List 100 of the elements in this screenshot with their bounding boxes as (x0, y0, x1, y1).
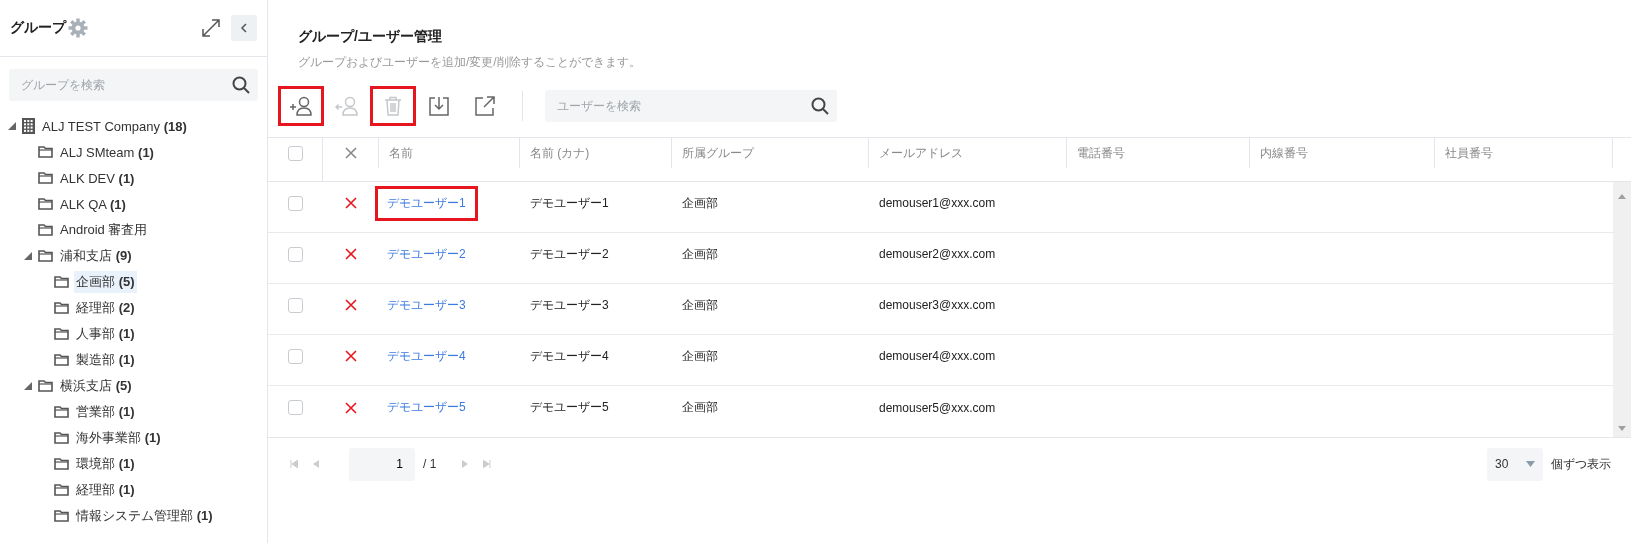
table-cell: 企画部 (682, 296, 718, 314)
delete-icon[interactable] (345, 197, 357, 210)
first-page-icon[interactable] (290, 460, 298, 468)
tree-item[interactable]: ALK QA (1) (58, 194, 128, 214)
column-header[interactable]: 内線番号 (1260, 144, 1308, 162)
folder-icon (54, 302, 69, 314)
last-page-icon[interactable] (483, 460, 492, 468)
select-all-checkbox[interactable] (287, 145, 303, 161)
search-icon[interactable] (232, 76, 250, 94)
page-description: グループおよびユーザーを追加/変更/削除することができます。 (298, 54, 642, 71)
table-cell: 企画部 (682, 245, 718, 263)
table-cell: デモユーザー5 (530, 399, 609, 416)
user-name-link[interactable]: デモユーザー4 (375, 338, 478, 374)
column-header[interactable]: 社員番号 (1445, 144, 1493, 162)
tree-item[interactable]: 環境部 (1) (74, 453, 137, 475)
user-name-link[interactable]: デモユーザー2 (375, 236, 478, 272)
delete-icon[interactable] (345, 401, 357, 414)
table-cell: デモユーザー3 (530, 296, 609, 314)
folder-icon (54, 432, 69, 444)
column-header[interactable]: 名前 (カナ) (530, 144, 590, 162)
folder-icon (38, 146, 53, 158)
column-header[interactable]: 名前 (389, 144, 413, 162)
folder-icon (54, 458, 69, 470)
column-header[interactable]: メールアドレス (879, 144, 963, 162)
user-name-link[interactable]: デモユーザー1 (375, 185, 478, 221)
tree-item[interactable]: 企画部 (5) (74, 271, 137, 293)
settings-icon[interactable] (68, 18, 88, 38)
table-cell: 企画部 (682, 194, 718, 212)
column-header[interactable]: 所属グループ (682, 144, 754, 162)
folder-icon (38, 380, 53, 392)
expanded-arrow-icon[interactable] (24, 252, 32, 260)
scroll-down-icon[interactable] (1618, 426, 1626, 431)
row-checkbox[interactable] (288, 297, 303, 313)
tree-item[interactable]: ALJ TEST Company (18) (40, 116, 189, 136)
table-cell: 企画部 (682, 347, 718, 365)
folder-icon (38, 172, 53, 184)
delete-icon[interactable] (345, 299, 357, 312)
expanded-arrow-icon[interactable] (24, 382, 32, 390)
table-cell: demouser2@xxx.com (879, 247, 996, 262)
page-title: グループ/ユーザー管理 (298, 28, 443, 46)
table-cell: デモユーザー2 (530, 245, 609, 263)
trash-icon (384, 96, 402, 116)
page-number-field[interactable]: 1 (349, 447, 415, 481)
user-search-field[interactable]: ユーザーを検索 (545, 90, 837, 122)
caret-icon (1526, 461, 1535, 467)
group-search-field[interactable]: グループを検索 (9, 69, 258, 101)
tree-item[interactable]: 経理部 (1) (74, 479, 137, 501)
user-name-link[interactable]: デモユーザー5 (375, 390, 478, 425)
row-checkbox[interactable] (288, 195, 303, 211)
folder-icon (38, 198, 53, 210)
table-cell: demouser3@xxx.com (879, 298, 996, 313)
tree-item[interactable]: 製造部 (1) (74, 349, 137, 371)
search-icon[interactable] (811, 97, 829, 115)
tree-item[interactable]: 情報システム管理部 (1) (74, 505, 215, 527)
scroll-up-icon[interactable] (1618, 194, 1626, 199)
user-name-link[interactable]: デモユーザー3 (375, 287, 478, 323)
expanded-arrow-icon[interactable] (8, 122, 16, 130)
folder-icon (54, 484, 69, 496)
folder-icon (54, 354, 69, 366)
tree-item[interactable]: ALK DEV (1) (58, 168, 137, 188)
page-size-select[interactable]: 30 (1487, 447, 1543, 481)
chevron-left-icon (240, 23, 248, 33)
tree-item[interactable]: 人事部 (1) (74, 323, 137, 345)
previous-page-icon[interactable] (312, 460, 319, 468)
next-page-icon[interactable] (462, 460, 470, 468)
remove-user-icon (335, 96, 359, 116)
row-checkbox[interactable] (288, 348, 303, 364)
building-icon (22, 118, 35, 134)
add-user-button[interactable] (278, 86, 324, 126)
add-user-icon (289, 96, 313, 116)
folder-icon (38, 250, 53, 262)
folder-icon (54, 406, 69, 418)
table-cell: デモユーザー4 (530, 347, 609, 365)
delete-icon[interactable] (345, 350, 357, 363)
delete-icon[interactable] (345, 248, 357, 261)
close-icon (344, 147, 357, 159)
page-size-label: 個ずつ表示 (1551, 455, 1611, 473)
row-checkbox[interactable] (288, 246, 303, 262)
expand-icon[interactable] (201, 18, 221, 38)
table-cell: demouser5@xxx.com (879, 400, 996, 415)
tree-item[interactable]: 浦和支店 (9) (58, 245, 134, 267)
collapse-button[interactable] (231, 15, 257, 41)
scrollbar[interactable] (1613, 182, 1631, 437)
table-cell: 企画部 (682, 399, 718, 416)
tree-item[interactable]: 経理部 (2) (74, 297, 137, 319)
tree-item[interactable]: 営業部 (1) (74, 401, 137, 423)
tree-item[interactable]: ALJ SMteam (1) (58, 142, 156, 162)
row-checkbox[interactable] (288, 400, 303, 415)
column-header[interactable]: 電話番号 (1077, 144, 1125, 162)
folder-icon (38, 224, 53, 236)
download-icon (429, 96, 449, 116)
folder-icon (54, 328, 69, 340)
page-total: / 1 (423, 457, 437, 471)
sidebar-title: グループ (10, 19, 66, 37)
tree-item[interactable]: 海外事業部 (1) (74, 427, 163, 449)
tree-item[interactable]: Android 審査用 (58, 219, 150, 241)
export-icon (475, 96, 495, 116)
tree-item[interactable]: 横浜支店 (5) (58, 375, 134, 397)
folder-icon (54, 510, 69, 522)
table-cell: demouser4@xxx.com (879, 349, 996, 364)
